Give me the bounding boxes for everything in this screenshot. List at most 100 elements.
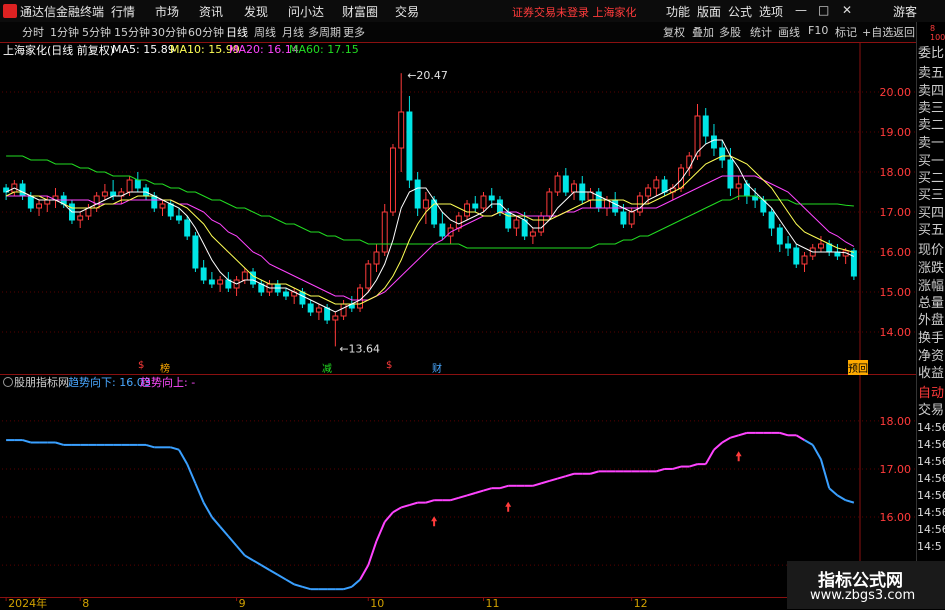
indicator-segment [22, 439, 32, 444]
panel-item[interactable]: 涨幅 [918, 279, 944, 294]
panel-item[interactable]: 买二 [918, 171, 944, 186]
candle-body [817, 243, 824, 249]
watermark-url: www.zbgs3.com [810, 588, 916, 603]
x-axis-label: 10 [370, 597, 384, 609]
candle-body [645, 187, 652, 197]
panel-item[interactable]: 现价 [918, 243, 944, 258]
candle-body [36, 203, 43, 209]
candle-body [200, 267, 207, 281]
indicator-segment [474, 489, 484, 494]
indicator-segment [244, 554, 254, 562]
event-marker[interactable]: 财 [432, 360, 442, 375]
indicator-segment [186, 463, 197, 484]
panel-item[interactable]: 涨跌 [918, 261, 944, 276]
panel-item[interactable]: 卖五 [918, 66, 944, 81]
indicator-segment [219, 526, 230, 537]
up-arrow-icon [735, 451, 742, 462]
panel-item[interactable]: 外盘 [918, 313, 944, 328]
candle-body [719, 147, 726, 161]
x-axis-label: 2024年 [8, 596, 47, 609]
indicator-axis-label: 17.00 [880, 463, 912, 476]
candle-body [686, 155, 693, 169]
indicator-segment [828, 487, 839, 497]
indicator-segment [819, 459, 831, 489]
event-marker[interactable]: $ [138, 360, 144, 371]
event-marker[interactable]: 预回 [848, 360, 868, 375]
indicator-segment [425, 499, 435, 504]
indicator-segment [252, 559, 262, 567]
kline-chart[interactable]: 14.0015.0016.0017.0018.0019.0020.0015.00… [0, 0, 916, 609]
low-price-annotation: ←13.64 [339, 342, 380, 355]
candle-body [151, 195, 158, 209]
panel-item[interactable]: 买四 [918, 206, 944, 221]
panel-item[interactable]: 换手 [918, 331, 944, 346]
indicator-segment [803, 439, 814, 446]
panel-item[interactable]: 净资 [918, 349, 944, 364]
panel-item[interactable]: 收益 [918, 366, 944, 381]
ma60-line [6, 155, 854, 249]
candle-body [472, 203, 479, 209]
panel-item[interactable]: 委比 [918, 46, 944, 61]
candle-body [217, 279, 224, 285]
candle-body [324, 307, 331, 321]
candle-body [768, 211, 775, 229]
candle-body [653, 179, 660, 189]
candle-body [850, 250, 857, 277]
panel-item[interactable]: 买一 [918, 154, 944, 169]
candle-body [307, 303, 314, 313]
indicator-segment [549, 477, 558, 482]
indicator-segment [367, 540, 378, 566]
event-marker[interactable]: $ [386, 360, 392, 371]
candle-body [727, 159, 734, 189]
event-marker[interactable]: 榜 [160, 360, 170, 375]
price-axis-label: 20.00 [880, 86, 912, 99]
indicator-segment [540, 480, 550, 485]
indicator-segment [409, 501, 418, 506]
event-marker[interactable]: 减 [322, 360, 332, 375]
panel-item[interactable]: 卖二 [918, 118, 944, 133]
panel-item[interactable]: 卖一 [918, 136, 944, 151]
indicator-axis-label: 16.00 [880, 511, 912, 524]
panel-item[interactable]: 买五 [918, 223, 944, 238]
indicator-segment [293, 583, 303, 588]
candle-body [77, 215, 84, 221]
candle-body [101, 191, 108, 197]
indicator-segment [359, 564, 370, 581]
indicator-segment [688, 463, 698, 468]
candle-body [184, 219, 191, 237]
x-axis-label: 8 [82, 597, 89, 609]
x-axis-label: 9 [239, 597, 246, 609]
indicator-axis-label: 18.00 [880, 415, 912, 428]
indicator-segment [343, 585, 353, 591]
indicator-segment [260, 564, 271, 571]
indicator-segment [779, 431, 789, 437]
candle-body [93, 195, 100, 209]
indicator-segment [268, 569, 279, 576]
candle-body [110, 191, 117, 197]
trade-time: 14:56 [917, 455, 945, 468]
trade-time: 14:56 [917, 438, 945, 451]
panel-item[interactable]: 卖四 [918, 84, 944, 99]
indicator-segment [656, 467, 665, 473]
price-axis-label: 14.00 [880, 326, 912, 339]
candle-body [27, 195, 34, 209]
candle-body [710, 135, 717, 149]
candle-body [562, 175, 569, 193]
indicator-segment [738, 431, 748, 437]
panel-item[interactable]: 自动 [918, 386, 944, 401]
indicator-segment [458, 494, 468, 499]
candle-body [628, 211, 635, 225]
panel-item[interactable]: 总量 [918, 296, 944, 311]
candle-body [192, 235, 199, 269]
candle-body [546, 191, 553, 217]
candle-body [529, 231, 536, 237]
candle-body [389, 147, 396, 213]
panel-item[interactable]: 卖三 [918, 101, 944, 116]
candle-body [373, 251, 380, 265]
indicator-segment [227, 535, 238, 547]
candle-body [175, 215, 182, 221]
panel-item[interactable]: 买三 [918, 188, 944, 203]
indicator-segment [170, 446, 180, 451]
panel-item[interactable]: 交易 [918, 403, 944, 418]
candle-body [332, 315, 339, 321]
